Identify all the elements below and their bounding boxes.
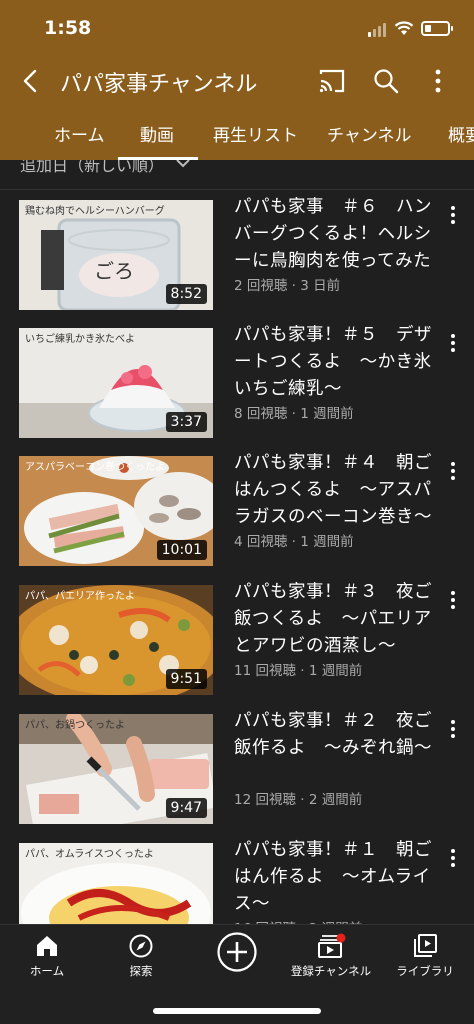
app-screen: 1:58 パパ家事チャンネル ホーム 動画 再生リスト チャンネル 概要 追加日… xyxy=(0,0,474,1024)
video-thumbnail[interactable]: いちご練乳かき氷たべよ 3:37 xyxy=(19,328,213,438)
tab-home[interactable]: ホーム xyxy=(54,121,105,146)
more-vertical-icon[interactable] xyxy=(428,67,448,95)
video-duration: 8:52 xyxy=(165,284,207,304)
thumbnail-caption: いちご練乳かき氷たべよ xyxy=(25,334,135,345)
thumbnail-caption: アスパラベーコン巻つくったよ xyxy=(25,462,165,473)
nav-label: ライブラリ xyxy=(396,964,454,978)
library-icon xyxy=(414,934,437,957)
notification-badge xyxy=(336,933,346,943)
video-more-button[interactable] xyxy=(446,589,460,609)
nav-label: ホーム xyxy=(29,964,65,978)
subscriptions-icon xyxy=(318,933,346,958)
sort-label: 追加日（新しい順） xyxy=(20,160,165,175)
sort-selector[interactable]: 追加日（新しい順） xyxy=(0,160,474,190)
video-list-item[interactable]: いちご練乳かき氷たべよ 3:37 パパも家事！＃５ デザートつくるよ 〜かき氷 … xyxy=(0,325,474,456)
channel-tabs: ホーム 動画 再生リスト チャンネル 概要 xyxy=(0,112,474,160)
nav-explore[interactable]: 探索 xyxy=(96,933,186,979)
back-button[interactable] xyxy=(14,64,48,98)
video-title[interactable]: パパも家事！＃５ デザートつくるよ 〜かき氷 いちご練乳〜 xyxy=(234,322,434,403)
video-title[interactable]: パパも家事！＃４ 朝ごはんつくるよ 〜アスパラガスのベーコン巻き〜 xyxy=(234,450,434,531)
compass-icon xyxy=(129,934,153,958)
video-duration: 9:51 xyxy=(165,669,207,689)
svg-text:ごろ: ごろ xyxy=(94,259,134,283)
channel-header: 1:58 パパ家事チャンネル ホーム 動画 再生リスト チャンネル 概要 xyxy=(0,0,474,160)
video-duration: 10:01 xyxy=(156,540,207,560)
chevron-down-icon xyxy=(176,160,190,168)
video-list-item[interactable]: パパ、パエリア作ったよ 9:51 パパも家事！＃３ 夜ご飯つくるよ 〜パエリアと… xyxy=(0,582,474,713)
tab-about[interactable]: 概要 xyxy=(448,121,474,146)
nav-label: 登録チャンネル xyxy=(290,964,372,978)
video-title[interactable]: パパも家事！＃１ 朝ごはん作るよ 〜オムライス〜 xyxy=(234,837,434,918)
cellular-signal-icon xyxy=(368,22,388,37)
video-meta: 2 回視聴 · 3 日前 xyxy=(234,278,341,294)
video-meta: 8 回視聴 · 1 週間前 xyxy=(234,406,354,422)
video-list-item[interactable]: ごろ 鶏むね肉でヘルシーハンバーグ 8:52 パパも家事 ＃６ ハンバーグつくる… xyxy=(0,197,474,328)
video-thumbnail[interactable]: パパ、パエリア作ったよ 9:51 xyxy=(19,585,213,695)
wifi-icon xyxy=(394,21,414,35)
home-icon xyxy=(37,936,57,956)
battery-icon xyxy=(421,21,453,36)
video-more-button[interactable] xyxy=(446,718,460,738)
top-app-bar: パパ家事チャンネル xyxy=(0,56,474,106)
video-duration: 9:47 xyxy=(165,798,207,818)
tab-videos[interactable]: 動画 xyxy=(140,121,174,146)
tab-playlists[interactable]: 再生リスト xyxy=(213,121,298,146)
video-more-button[interactable] xyxy=(446,460,460,480)
nav-library[interactable]: ライブラリ xyxy=(380,933,470,979)
video-more-button[interactable] xyxy=(446,332,460,352)
video-title[interactable]: パパも家事！＃２ 夜ご飯作るよ 〜みぞれ鍋〜 xyxy=(234,708,434,762)
status-bar: 1:58 xyxy=(0,0,474,56)
create-plus-icon xyxy=(217,932,257,972)
channel-title: パパ家事チャンネル xyxy=(60,72,258,97)
thumbnail-caption: 鶏むね肉でヘルシーハンバーグ xyxy=(25,206,165,217)
video-meta: 4 回視聴 · 1 週間前 xyxy=(234,534,354,550)
video-title[interactable]: パパも家事！＃３ 夜ご飯つくるよ 〜パエリアとアワビの酒蒸し〜 xyxy=(234,579,434,660)
nav-subscriptions[interactable]: 登録チャンネル xyxy=(286,933,376,979)
thumbnail-caption: パパ、パエリア作ったよ xyxy=(25,591,135,602)
video-thumbnail[interactable]: パパ、お鍋つくったよ 9:47 xyxy=(19,714,213,824)
video-thumbnail[interactable]: ごろ 鶏むね肉でヘルシーハンバーグ 8:52 xyxy=(19,200,213,310)
tab-channels[interactable]: チャンネル xyxy=(327,121,412,146)
thumbnail-caption: パパ、お鍋つくったよ xyxy=(25,720,125,731)
home-indicator[interactable] xyxy=(153,1008,321,1014)
video-more-button[interactable] xyxy=(446,847,460,867)
cast-icon[interactable] xyxy=(318,68,346,94)
video-list-item[interactable]: パパ、お鍋つくったよ 9:47 パパも家事！＃２ 夜ご飯作るよ 〜みぞれ鍋〜 1… xyxy=(0,711,474,842)
search-icon[interactable] xyxy=(372,67,400,95)
nav-create[interactable] xyxy=(192,931,282,977)
thumbnail-caption: パパ、オムライスつくったよ xyxy=(25,849,154,860)
video-thumbnail[interactable]: アスパラベーコン巻つくったよ 10:01 xyxy=(19,456,213,566)
video-duration: 3:37 xyxy=(165,412,207,432)
nav-label: 探索 xyxy=(129,964,153,978)
video-meta: 11 回視聴 · 1 週間前 xyxy=(234,663,363,679)
status-time: 1:58 xyxy=(44,17,92,39)
video-more-button[interactable] xyxy=(446,204,460,224)
video-list-item[interactable]: アスパラベーコン巻つくったよ 10:01 パパも家事！＃４ 朝ごはんつくるよ 〜… xyxy=(0,453,474,584)
nav-home[interactable]: ホーム xyxy=(2,933,92,979)
video-title[interactable]: パパも家事 ＃６ ハンバーグつくるよ！ヘルシーに鳥胸肉を使ってみたよ xyxy=(234,194,434,276)
video-meta: 12 回視聴 · 2 週間前 xyxy=(234,792,363,808)
